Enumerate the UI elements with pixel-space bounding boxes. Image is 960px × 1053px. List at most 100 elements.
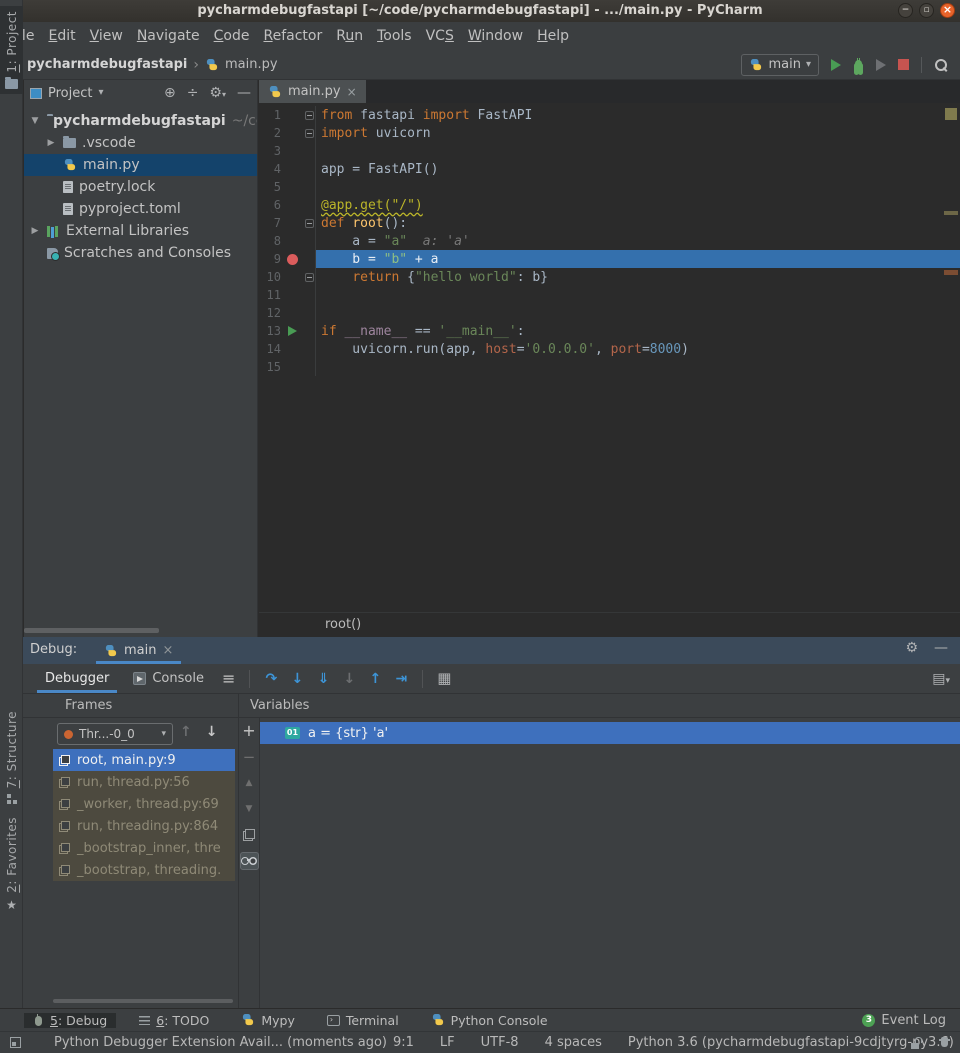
- menu-item-help[interactable]: Help: [530, 25, 576, 47]
- tool-window-button-mypy[interactable]: Mypy: [232, 1013, 304, 1028]
- code-text[interactable]: [316, 304, 960, 322]
- debug-session-tab[interactable]: main ×: [96, 637, 181, 664]
- remove-button[interactable]: −: [239, 744, 259, 770]
- copy-button[interactable]: [239, 822, 259, 848]
- status-message[interactable]: Python Debugger Extension Avail... (mome…: [54, 1035, 387, 1050]
- tab-console[interactable]: Console: [121, 671, 216, 686]
- event-log-button[interactable]: 3 Event Log: [862, 1013, 946, 1028]
- layout-menu-icon[interactable]: ≡: [222, 671, 235, 687]
- code-text[interactable]: uvicorn.run(app, host='0.0.0.0', port=80…: [316, 340, 960, 358]
- variable-row[interactable]: 01 a = {str} 'a': [260, 722, 960, 744]
- tool-window-button-6-todo[interactable]: 6: TODO: [130, 1013, 218, 1028]
- tool-window-toggle-icon[interactable]: [10, 1037, 21, 1048]
- restore-layout-icon[interactable]: ▤▾: [932, 672, 950, 686]
- gear-icon[interactable]: ⚙: [905, 641, 918, 655]
- frame-row[interactable]: _bootstrap, threading.: [53, 859, 235, 881]
- code-text[interactable]: return {"hello world": b}: [316, 268, 960, 286]
- close-tab-icon[interactable]: ×: [347, 85, 357, 99]
- force-step-into-button[interactable]: ↓: [336, 671, 362, 686]
- tree-chevron-down-icon[interactable]: ▼: [29, 116, 41, 126]
- fold-gutter[interactable]: [303, 268, 316, 286]
- frame-row[interactable]: run, threading.py:864: [53, 815, 235, 837]
- inspection-status-indicator[interactable]: [945, 108, 957, 120]
- code-text[interactable]: [316, 142, 960, 160]
- collapse-all-icon[interactable]: ÷: [187, 86, 199, 100]
- code-text[interactable]: b = "b" + a: [316, 250, 960, 268]
- run-button[interactable]: [831, 59, 841, 71]
- code-text[interactable]: [316, 178, 960, 196]
- locate-icon[interactable]: ⊕: [164, 86, 176, 100]
- editor-tab-main-py[interactable]: main.py ×: [259, 80, 366, 103]
- stripe-tab-favorites[interactable]: 2: Favorites★: [0, 812, 23, 916]
- frame-row[interactable]: _worker, thread.py:69: [53, 793, 235, 815]
- next-frame-icon[interactable]: ↓: [206, 725, 218, 739]
- breakpoint-icon[interactable]: [281, 254, 303, 265]
- code-text[interactable]: from fastapi import FastAPI: [316, 106, 960, 124]
- frame-row[interactable]: run, thread.py:56: [53, 771, 235, 793]
- step-out-button[interactable]: ↑: [362, 671, 388, 686]
- maximize-button[interactable]: ▫: [919, 3, 934, 18]
- run-line-icon[interactable]: [281, 326, 303, 336]
- menu-item-code[interactable]: Code: [207, 25, 257, 47]
- down-button[interactable]: ▼: [239, 796, 259, 822]
- menu-item-view[interactable]: View: [83, 25, 130, 47]
- show-watches-button[interactable]: [239, 848, 259, 874]
- stripe-tab-structure[interactable]: 7: Structure: [0, 706, 23, 809]
- menu-item-navigate[interactable]: Navigate: [130, 25, 207, 47]
- frame-row[interactable]: root, main.py:9: [53, 749, 235, 771]
- hide-icon[interactable]: —: [237, 86, 251, 100]
- menu-item-window[interactable]: Window: [461, 25, 530, 47]
- tab-debugger[interactable]: Debugger: [33, 664, 121, 693]
- tree-item-external-libraries[interactable]: ▶External Libraries: [24, 220, 257, 242]
- search-everywhere-button[interactable]: [934, 58, 948, 72]
- menu-item-edit[interactable]: Edit: [41, 25, 82, 47]
- tool-window-button-python-console[interactable]: Python Console: [422, 1013, 557, 1028]
- thread-selector[interactable]: Thr...-0_0 ▾: [57, 723, 173, 745]
- step-into-button[interactable]: ↓: [284, 671, 310, 686]
- line-ending[interactable]: LF: [440, 1035, 455, 1050]
- tool-window-button-5-debug[interactable]: 5: Debug: [24, 1013, 116, 1028]
- hide-tool-window-icon[interactable]: —: [934, 641, 948, 655]
- fold-gutter[interactable]: [303, 124, 316, 142]
- menu-item-run[interactable]: Run: [329, 25, 370, 47]
- stripe-tab-project[interactable]: 1: Project: [0, 6, 23, 94]
- code-text[interactable]: a = "a" a: 'a': [316, 232, 960, 250]
- code-text[interactable]: app = FastAPI(): [316, 160, 960, 178]
- tree-item-pycharmdebugfastapi[interactable]: ▼pycharmdebugfastapi ~/code/pycharmdebug…: [24, 110, 257, 132]
- code-text[interactable]: [316, 358, 960, 376]
- file-encoding[interactable]: UTF-8: [481, 1035, 519, 1050]
- menu-item-tools[interactable]: Tools: [370, 25, 419, 47]
- horizontal-scrollbar[interactable]: [24, 628, 159, 633]
- code-text[interactable]: if __name__ == '__main__':: [316, 322, 960, 340]
- horizontal-scrollbar[interactable]: [53, 999, 233, 1003]
- breadcrumb-project[interactable]: pycharmdebugfastapi: [27, 57, 187, 72]
- add-button[interactable]: +: [239, 718, 259, 744]
- code-text[interactable]: import uvicorn: [316, 124, 960, 142]
- tree-item-poetry-lock[interactable]: poetry.lock: [24, 176, 257, 198]
- code-text[interactable]: def root():: [316, 214, 960, 232]
- menu-item-refactor[interactable]: Refactor: [256, 25, 329, 47]
- menu-item-vcs[interactable]: VCS: [419, 25, 461, 47]
- step-over-button[interactable]: ↷: [258, 671, 284, 686]
- code-text[interactable]: @app.get("/"): [316, 196, 960, 214]
- tree-item-main-py[interactable]: main.py: [24, 154, 257, 176]
- evaluate-expression-icon[interactable]: ▦: [431, 671, 457, 686]
- caret-position[interactable]: 9:1: [393, 1035, 414, 1050]
- frame-row[interactable]: _bootstrap_inner, thre: [53, 837, 235, 859]
- tree-chevron-right-icon[interactable]: ▶: [45, 138, 57, 148]
- warning-stripe-marker[interactable]: [944, 211, 958, 215]
- breadcrumb-function[interactable]: root(): [325, 617, 361, 632]
- close-button[interactable]: ×: [940, 3, 955, 18]
- tree-item-scratches-and-consoles[interactable]: Scratches and Consoles: [24, 242, 257, 264]
- step-into-my-code-button[interactable]: ⇓: [310, 671, 336, 686]
- execution-stripe-marker[interactable]: [944, 270, 958, 275]
- code-text[interactable]: [316, 286, 960, 304]
- tree-chevron-right-icon[interactable]: ▶: [29, 226, 41, 236]
- tree-item-pyproject-toml[interactable]: pyproject.toml: [24, 198, 257, 220]
- run-configuration-select[interactable]: main ▾: [741, 54, 819, 76]
- run-to-cursor-button[interactable]: ⇥: [388, 671, 414, 686]
- close-session-icon[interactable]: ×: [162, 643, 173, 658]
- fold-gutter[interactable]: [303, 106, 316, 124]
- fold-gutter[interactable]: [303, 214, 316, 232]
- stop-button[interactable]: [898, 59, 909, 70]
